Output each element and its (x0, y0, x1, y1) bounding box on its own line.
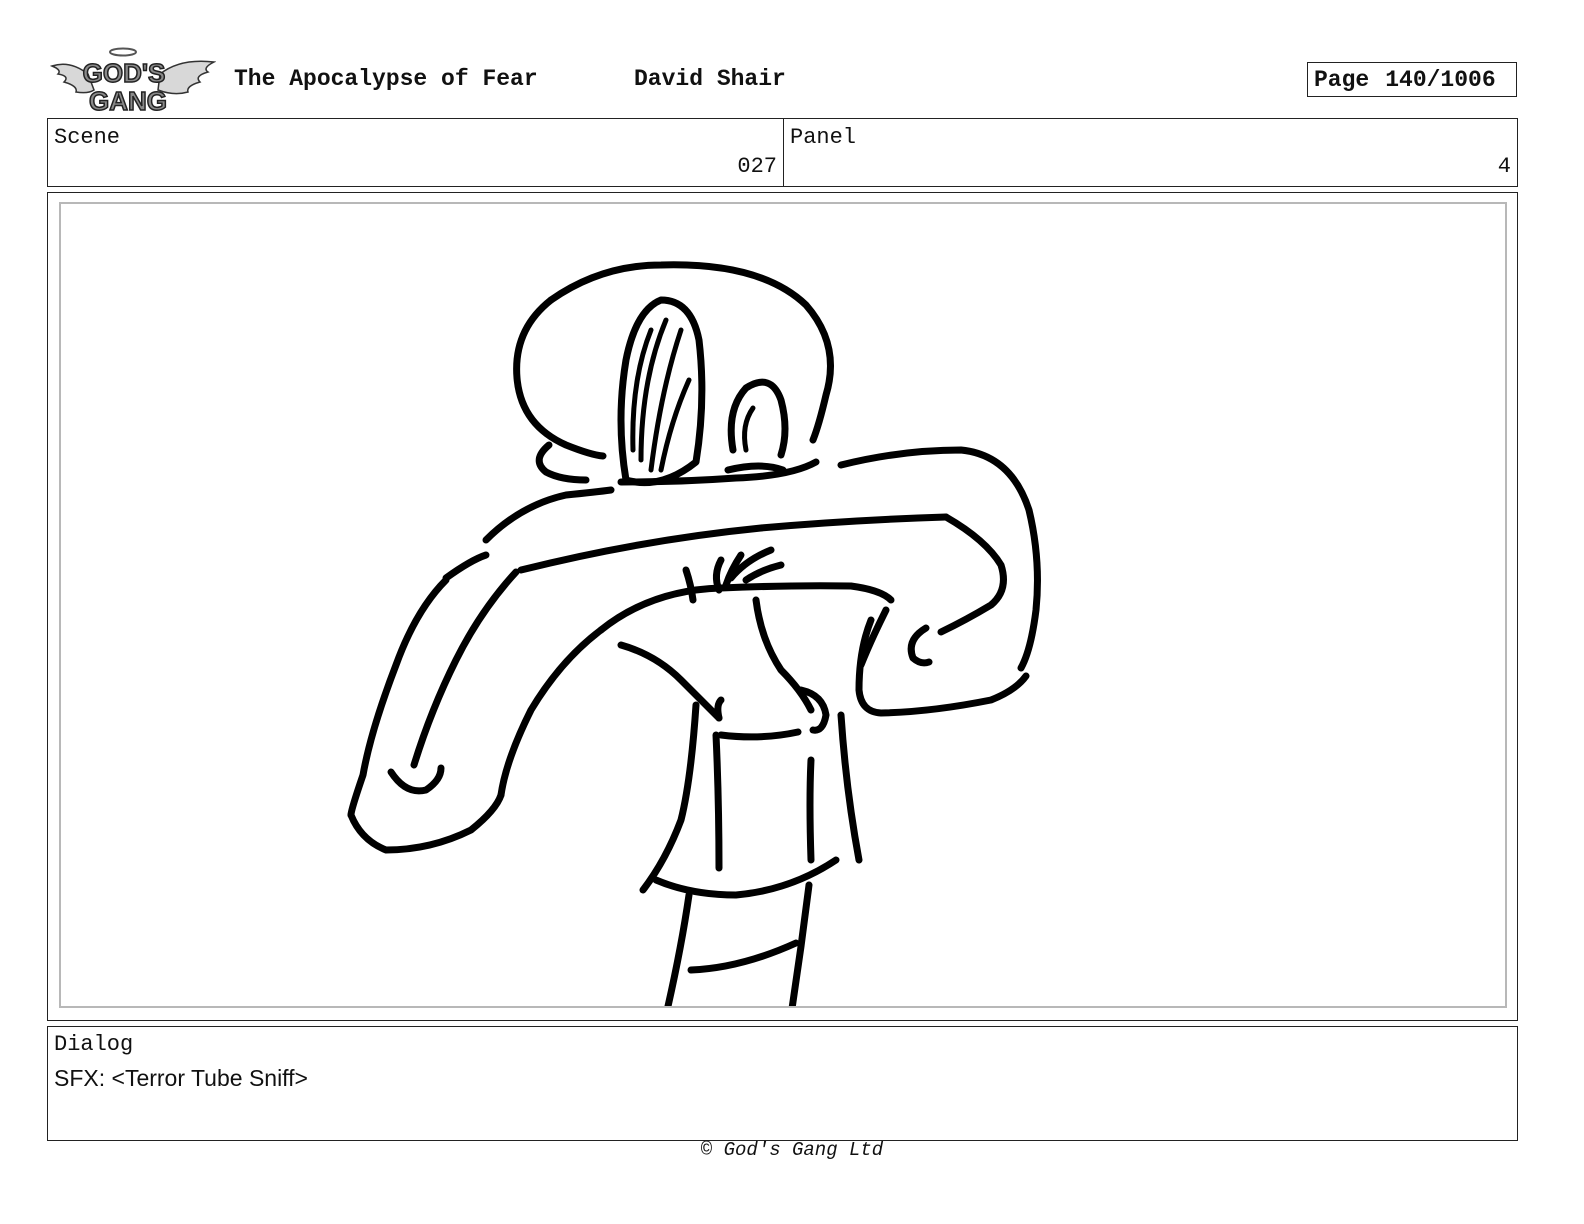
panel-cell: Panel 4 (784, 119, 1517, 186)
dialog-label: Dialog (54, 1032, 134, 1057)
gods-gang-logo: GOD'S GANG (49, 46, 217, 117)
author-name: David Shair (634, 66, 786, 92)
storyboard-sketch (347, 261, 1041, 1006)
project-title: The Apocalypse of Fear (234, 66, 538, 92)
panel-label: Panel (790, 125, 857, 150)
scene-label: Scene (54, 125, 121, 150)
svg-text:GOD'S: GOD'S (83, 58, 166, 88)
page-number: 140/1006 (1385, 66, 1496, 93)
svg-text:GANG: GANG (89, 86, 167, 116)
scene-panel-bar: Scene 027 Panel 4 (47, 118, 1518, 187)
scene-number: 027 (737, 154, 777, 179)
panel-number: 4 (1497, 154, 1511, 179)
storyboard-frame (47, 192, 1518, 1021)
storyboard-image (59, 202, 1507, 1008)
dialog-box: Dialog SFX: <Terror Tube Sniff> (47, 1026, 1518, 1141)
copyright-footer: © God's Gang Ltd (700, 1139, 884, 1161)
scene-cell: Scene 027 (48, 119, 784, 186)
page-indicator: Page 140/1006 (1307, 62, 1517, 97)
dialog-text: SFX: <Terror Tube Sniff> (54, 1065, 308, 1091)
page-label: Page (1314, 66, 1370, 93)
